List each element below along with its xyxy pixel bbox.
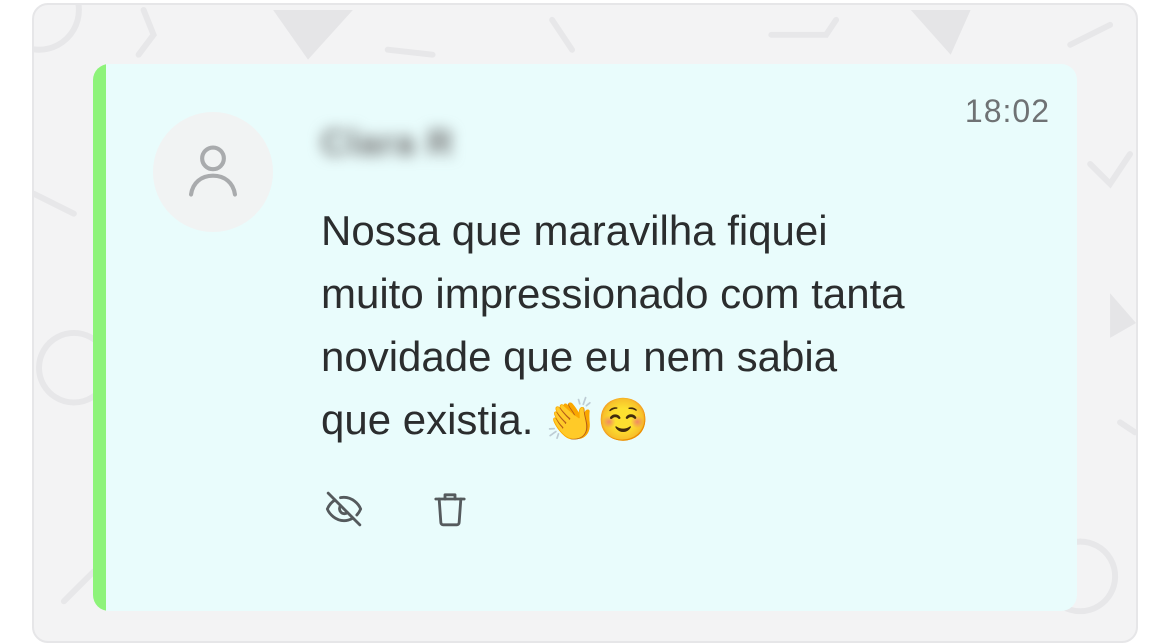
trash-icon [430, 488, 470, 535]
sender-name: Clara R [321, 122, 455, 163]
message-accent-bar [93, 64, 106, 611]
avatar[interactable] [153, 112, 273, 232]
message-text: Nossa que maravilha fiquei muito impress… [321, 207, 905, 443]
eye-off-icon [322, 489, 366, 534]
user-icon [182, 139, 244, 206]
message-timestamp: 18:02 [964, 93, 1050, 129]
delete-message-button[interactable] [427, 489, 473, 533]
hide-message-button[interactable] [321, 489, 367, 533]
message-actions [321, 489, 473, 533]
message-card: Clara R 18:02 Nossa que maravilha fiquei… [93, 64, 1077, 611]
